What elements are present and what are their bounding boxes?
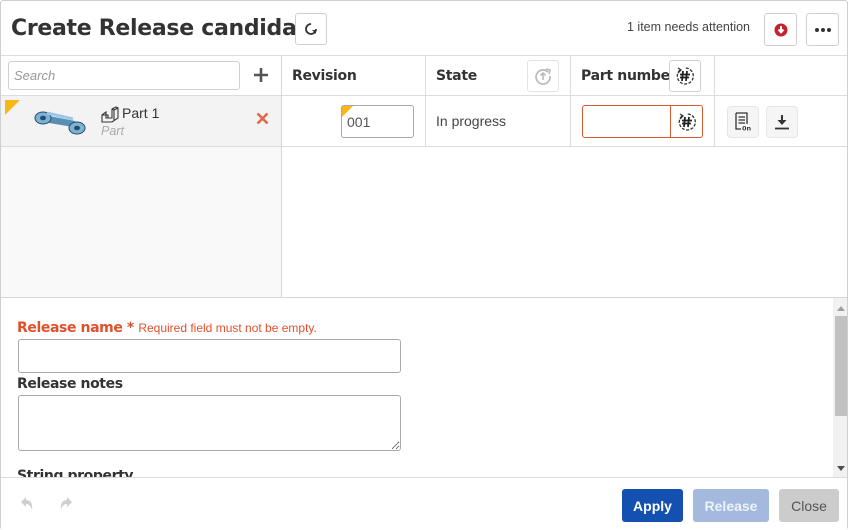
generate-number-icon (678, 112, 696, 131)
svg-text:0n: 0n (742, 125, 752, 133)
scroll-down-arrow-icon[interactable] (837, 466, 845, 471)
release-notes-label: Release notes (17, 376, 123, 392)
part-icon (101, 106, 119, 123)
attention-flag (5, 100, 20, 115)
download-button[interactable] (766, 106, 798, 138)
part-number-field (582, 105, 703, 138)
refresh-icon (305, 23, 317, 35)
revision-column: Revision 001 (282, 56, 426, 147)
more-options-button[interactable] (806, 13, 839, 46)
required-error-message: Required field must not be empty. (138, 321, 317, 335)
dialog-title: Create Release candidate (11, 16, 322, 41)
generate-part-number-button[interactable] (672, 106, 702, 137)
state-column-header: State (426, 56, 570, 96)
part-number-column-header: Part number (571, 56, 714, 96)
part-number-column: Part number (571, 56, 715, 147)
revision-reset-button[interactable] (527, 60, 559, 92)
attention-flag (342, 106, 353, 117)
close-button[interactable]: Close (779, 489, 839, 522)
scroll-up-arrow-icon[interactable] (837, 306, 845, 311)
state-column: State In progress (426, 56, 571, 147)
part-name: Part 1 (122, 105, 160, 121)
remove-item-button[interactable] (254, 112, 270, 128)
close-icon (256, 112, 268, 125)
undo-icon (21, 497, 33, 510)
revision-header-label: Revision (292, 68, 357, 84)
redo-icon (60, 497, 72, 510)
revision-input[interactable]: 001 (341, 105, 414, 138)
required-marker: * (126, 320, 134, 336)
part-number-input[interactable] (583, 106, 671, 137)
search-row (1, 56, 281, 96)
actions-column: 0n (715, 56, 847, 147)
release-button[interactable]: Release (693, 489, 769, 522)
search-input[interactable] (8, 61, 240, 90)
attention-button[interactable] (764, 13, 797, 46)
release-notes-textarea[interactable] (18, 395, 401, 451)
down-arrow-circle-icon (774, 23, 787, 36)
properties-scrollbar[interactable] (833, 298, 847, 477)
actions-cell: 0n (715, 96, 847, 147)
state-cell: In progress (426, 96, 570, 147)
revision-column-header: Revision (282, 56, 425, 96)
redo-button[interactable] (56, 492, 76, 516)
revision-cell: 001 (282, 96, 425, 147)
dialog-footer: Apply Release Close (1, 477, 847, 530)
state-header-label: State (436, 68, 477, 84)
download-icon (775, 115, 789, 130)
add-item-button[interactable] (249, 62, 273, 88)
release-properties-form: Release name * Required field must not b… (1, 297, 847, 477)
actions-column-header (715, 56, 847, 96)
items-grid: Revision 001 State In progress Part numb… (282, 56, 847, 297)
release-name-input[interactable] (18, 339, 401, 373)
string-property-label: String property (17, 468, 134, 477)
revision-reset-icon (535, 68, 551, 85)
dialog-header: Create Release candidate 1 item needs at… (1, 1, 847, 56)
more-horizontal-icon (814, 27, 831, 32)
part-thumbnail (34, 111, 86, 135)
list-item[interactable]: Part 1 Part (1, 96, 281, 147)
part-number-header-label: Part number (581, 68, 677, 84)
undo-button[interactable] (17, 492, 37, 516)
generate-all-part-numbers-button[interactable] (669, 60, 701, 92)
items-list-pane: Part 1 Part (1, 56, 282, 297)
part-number-cell (571, 96, 714, 147)
scrollbar-thumb[interactable] (835, 316, 847, 416)
release-name-label-text: Release name (17, 320, 123, 336)
generate-number-icon (676, 67, 694, 85)
apply-button[interactable]: Apply (622, 489, 683, 522)
properties-button[interactable]: 0n (727, 106, 759, 138)
properties-icon: 0n (735, 112, 752, 133)
part-type-label: Part (101, 124, 124, 138)
state-value: In progress (436, 113, 507, 129)
release-name-label: Release name * Required field must not b… (17, 320, 317, 336)
create-release-dialog: Create Release candidate 1 item needs at… (0, 0, 848, 530)
refresh-button[interactable] (295, 13, 327, 45)
plus-icon (254, 68, 268, 82)
attention-status: 1 item needs attention (627, 20, 750, 34)
